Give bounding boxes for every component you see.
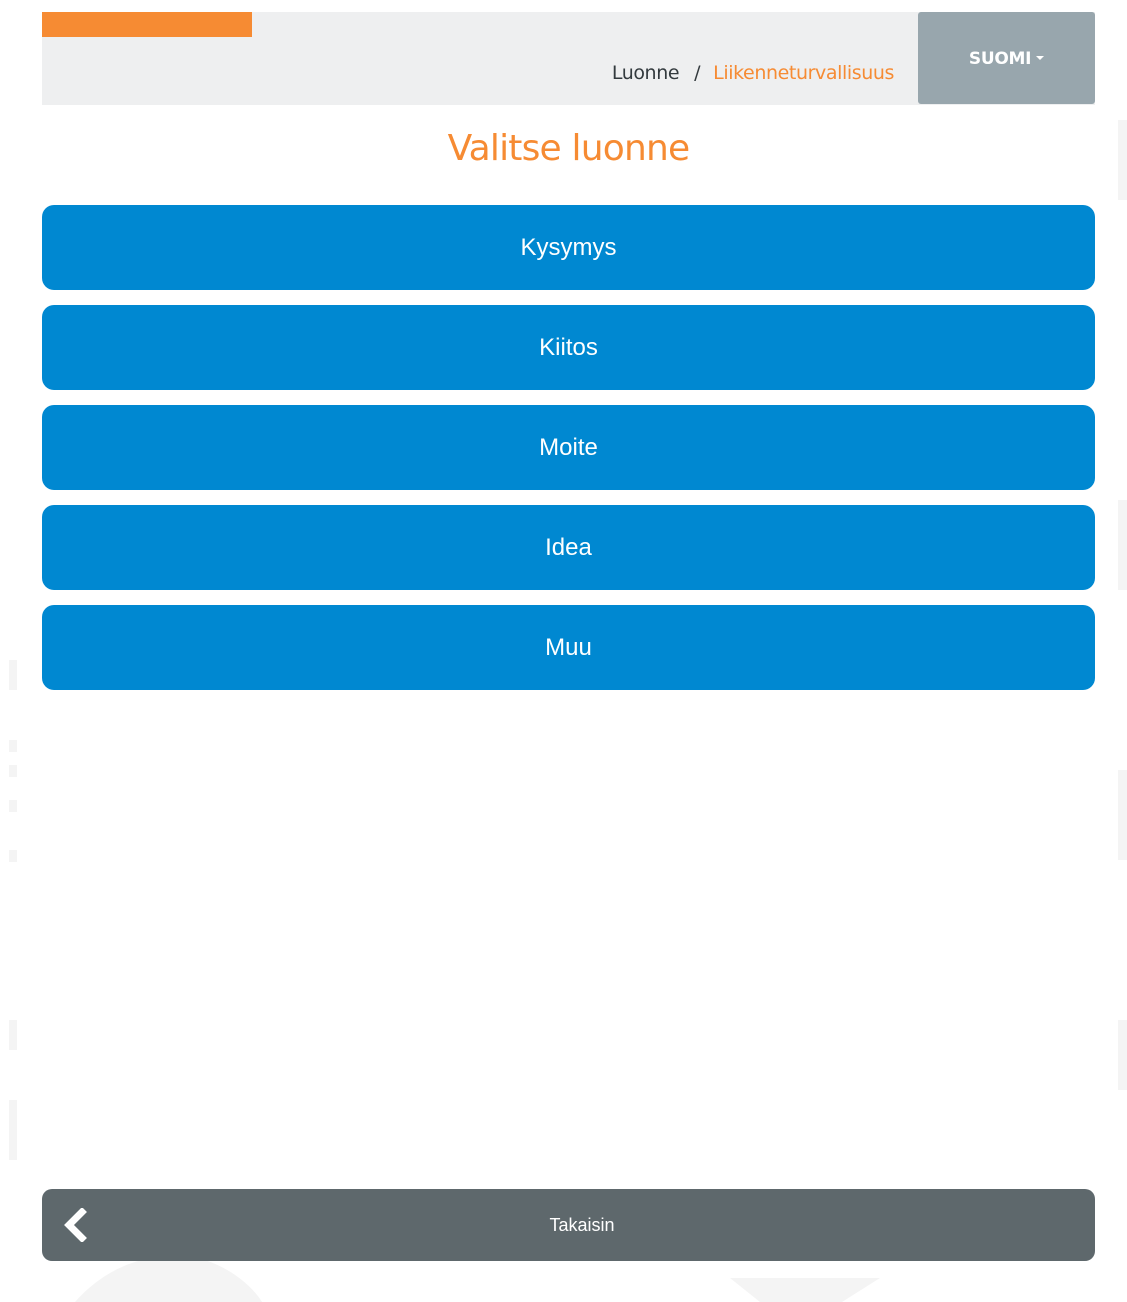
option-list: Kysymys Kiitos Moite Idea Muu	[42, 205, 1095, 705]
progress-bar-fill	[42, 12, 253, 37]
option-button-moite[interactable]: Moite	[42, 405, 1095, 490]
option-button-kysymys[interactable]: Kysymys	[42, 205, 1095, 290]
option-button-muu[interactable]: Muu	[42, 605, 1095, 690]
breadcrumb-item-current: Liikenneturvallisuus	[713, 62, 894, 84]
header-bar: Luonne / Liikenneturvallisuus SUOMI	[42, 12, 1095, 105]
progress-bar	[42, 12, 918, 37]
back-button-label: Takaisin	[549, 1215, 615, 1235]
language-dropdown-button[interactable]: SUOMI	[918, 12, 1095, 104]
back-button[interactable]: Takaisin	[42, 1189, 1095, 1261]
breadcrumb-item-luonne[interactable]: Luonne	[612, 62, 680, 84]
breadcrumb-separator: /	[694, 62, 701, 84]
caret-down-icon	[1036, 55, 1045, 60]
option-button-kiitos[interactable]: Kiitos	[42, 305, 1095, 390]
language-label: SUOMI	[968, 49, 1032, 69]
page-title: Valitse luonne	[447, 128, 691, 169]
breadcrumb: Luonne / Liikenneturvallisuus	[612, 62, 895, 84]
option-button-idea[interactable]: Idea	[42, 505, 1095, 590]
